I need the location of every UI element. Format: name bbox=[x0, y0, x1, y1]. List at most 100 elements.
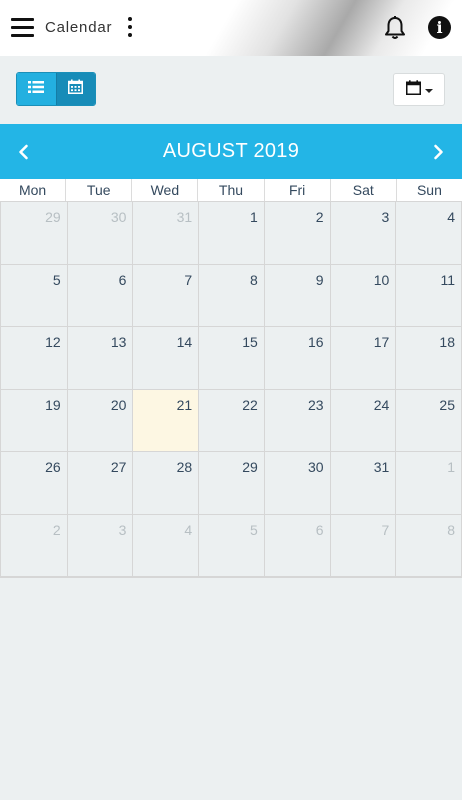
list-icon bbox=[28, 80, 45, 99]
day-number: 27 bbox=[110, 459, 127, 475]
chevron-right-icon[interactable] bbox=[428, 142, 448, 162]
day-cell[interactable]: 7 bbox=[132, 264, 199, 327]
day-number: 31 bbox=[176, 209, 193, 225]
day-cell[interactable]: 23 bbox=[263, 389, 330, 452]
day-cell[interactable]: 1 bbox=[198, 202, 264, 265]
day-cell[interactable]: 5 bbox=[198, 514, 264, 577]
weekday-label: Sun bbox=[395, 179, 462, 201]
day-number: 12 bbox=[45, 334, 61, 350]
day-cell[interactable]: 22 bbox=[198, 389, 264, 452]
day-cell-today[interactable]: 21 bbox=[132, 389, 199, 452]
day-cell[interactable]: 5 bbox=[1, 264, 67, 327]
day-number: 3 bbox=[118, 521, 127, 538]
weekday-label: Tue bbox=[65, 179, 131, 201]
day-number: 9 bbox=[315, 271, 324, 288]
day-cell[interactable]: 29 bbox=[1, 202, 67, 265]
day-number: 28 bbox=[176, 459, 193, 475]
day-cell[interactable]: 8 bbox=[395, 514, 461, 577]
day-cell[interactable]: 3 bbox=[66, 514, 133, 577]
day-cell[interactable]: 13 bbox=[66, 327, 133, 390]
weekday-label: Fri bbox=[263, 179, 330, 201]
bell-icon[interactable] bbox=[381, 14, 409, 42]
chevron-down-icon bbox=[424, 88, 433, 93]
day-cell[interactable]: 12 bbox=[1, 327, 67, 390]
day-cell[interactable]: 2 bbox=[263, 202, 330, 265]
day-cell[interactable]: 9 bbox=[263, 264, 330, 327]
day-number: 1 bbox=[250, 209, 258, 225]
day-cell[interactable]: 19 bbox=[1, 389, 67, 452]
weekday-label: Mon bbox=[18, 182, 47, 198]
day-number: 14 bbox=[176, 334, 193, 350]
calendar-grid-icon bbox=[68, 79, 84, 99]
day-number: 29 bbox=[242, 459, 258, 475]
top-app-bar: Calendar i bbox=[0, 0, 462, 56]
day-number: 13 bbox=[110, 334, 127, 350]
weekday-label: Sat bbox=[329, 179, 396, 201]
date-picker-dropdown[interactable] bbox=[393, 73, 445, 106]
day-cell[interactable]: 24 bbox=[329, 389, 396, 452]
day-cell[interactable]: 7 bbox=[329, 514, 396, 577]
calendar-view-button[interactable] bbox=[55, 73, 95, 105]
day-number: 8 bbox=[447, 521, 455, 538]
day-cell[interactable]: 8 bbox=[198, 264, 264, 327]
day-cell[interactable]: 30 bbox=[66, 202, 133, 265]
day-number: 30 bbox=[110, 209, 127, 225]
day-cell[interactable]: 11 bbox=[395, 264, 461, 327]
day-number: 8 bbox=[250, 271, 258, 288]
view-toggle bbox=[16, 72, 96, 106]
day-number: 10 bbox=[373, 271, 390, 288]
kebab-more-icon[interactable] bbox=[124, 16, 136, 38]
day-cell[interactable]: 6 bbox=[66, 264, 133, 327]
day-number: 5 bbox=[250, 521, 258, 538]
day-cell[interactable]: 30 bbox=[263, 452, 330, 515]
day-cell[interactable]: 20 bbox=[66, 389, 133, 452]
day-cell[interactable]: 4 bbox=[132, 514, 199, 577]
day-cell[interactable]: 18 bbox=[395, 327, 461, 390]
day-cell[interactable]: 6 bbox=[263, 514, 330, 577]
list-view-button[interactable] bbox=[17, 73, 56, 105]
day-cell[interactable]: 17 bbox=[329, 327, 396, 390]
day-number: 25 bbox=[439, 396, 455, 413]
day-number: 15 bbox=[242, 334, 258, 350]
day-number: 24 bbox=[373, 396, 390, 413]
day-cell[interactable]: 15 bbox=[198, 327, 264, 390]
day-cell[interactable]: 29 bbox=[198, 452, 264, 515]
hamburger-menu-icon[interactable] bbox=[11, 17, 34, 38]
weekday-label: Wed bbox=[131, 179, 197, 201]
day-number: 11 bbox=[440, 271, 455, 288]
day-number: 31 bbox=[373, 459, 390, 475]
day-number: 26 bbox=[45, 459, 61, 475]
day-cell[interactable]: 25 bbox=[395, 389, 461, 452]
day-cell[interactable]: 31 bbox=[329, 452, 396, 515]
day-cell[interactable]: 27 bbox=[66, 452, 133, 515]
day-cell[interactable]: 10 bbox=[329, 264, 396, 327]
info-icon[interactable]: i bbox=[428, 16, 451, 39]
day-number: 18 bbox=[439, 334, 455, 350]
day-number: 4 bbox=[184, 521, 193, 538]
day-cell[interactable]: 28 bbox=[132, 452, 199, 515]
day-number: 6 bbox=[315, 521, 324, 538]
day-cell[interactable]: 31 bbox=[132, 202, 199, 265]
day-number: 23 bbox=[307, 396, 324, 413]
day-cell[interactable]: 3 bbox=[329, 202, 396, 265]
day-cell[interactable]: 16 bbox=[263, 327, 330, 390]
day-number: 29 bbox=[45, 209, 61, 225]
calendar-header: AUGUST 2019 bbox=[0, 124, 462, 179]
day-number: 6 bbox=[118, 271, 127, 288]
day-cell[interactable]: 2 bbox=[1, 514, 67, 577]
day-number: 7 bbox=[381, 521, 390, 538]
day-number: 2 bbox=[315, 209, 324, 225]
day-number: 19 bbox=[45, 396, 61, 413]
day-cell[interactable]: 14 bbox=[132, 327, 199, 390]
day-number: 2 bbox=[52, 521, 61, 538]
day-cell[interactable]: 4 bbox=[395, 202, 461, 265]
day-number: 17 bbox=[373, 334, 390, 350]
day-number: 1 bbox=[447, 459, 455, 475]
month-title: AUGUST 2019 bbox=[162, 140, 300, 162]
day-number: 4 bbox=[447, 209, 455, 225]
month-grid: 29 30 31 1 2 3 4 5 6 7 8 9 10 11 12 13 14 15 16 17 18 19 20 21 2… bbox=[0, 202, 462, 578]
day-cell[interactable]: 26 bbox=[1, 452, 67, 515]
day-number: 20 bbox=[110, 396, 127, 413]
day-number: 22 bbox=[242, 396, 258, 413]
day-cell[interactable]: 1 bbox=[395, 452, 461, 515]
